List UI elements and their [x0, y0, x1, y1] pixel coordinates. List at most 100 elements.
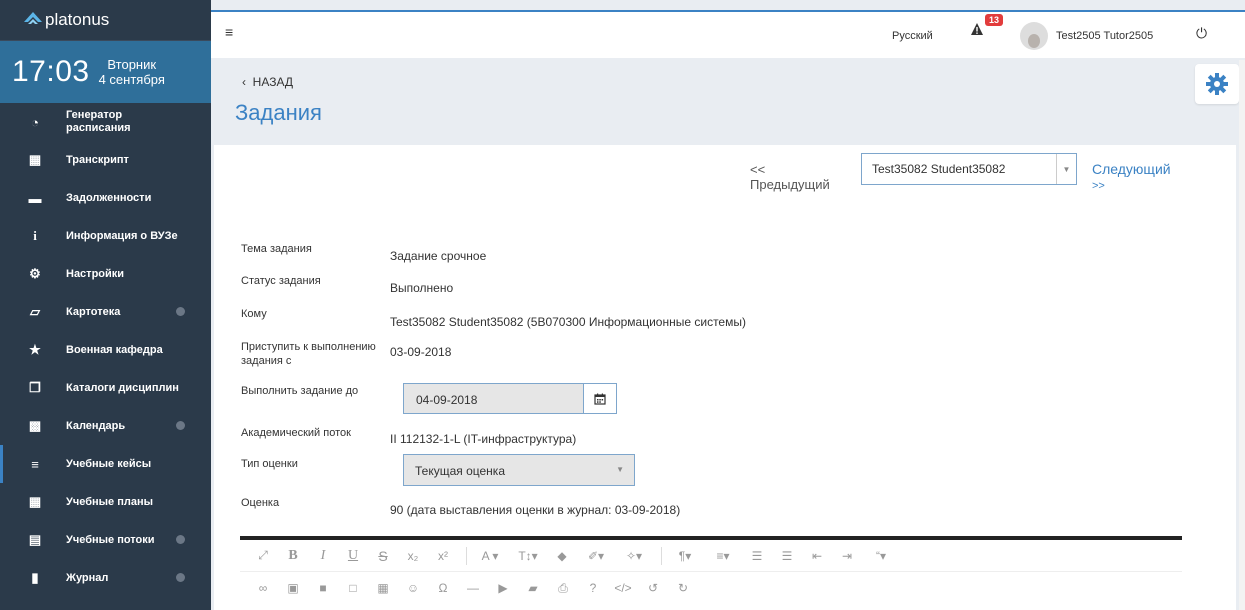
help-icon[interactable]: ?: [580, 577, 606, 599]
color-icon[interactable]: ◆: [549, 545, 575, 567]
sidebar-item-label: Календарь: [66, 419, 126, 432]
paint-brush-icon[interactable]: ✐▾: [579, 545, 613, 567]
expand-icon[interactable]: [176, 535, 185, 544]
sidebar-item-debts[interactable]: ▬ Задолженности: [0, 179, 211, 217]
sidebar-item-university-info[interactable]: i Информация о ВУЗе: [0, 217, 211, 255]
expand-icon[interactable]: [176, 573, 185, 582]
vertical-scrollbar[interactable]: [1239, 60, 1245, 610]
sidebar-item-calendar[interactable]: ▩ Календарь: [0, 407, 211, 445]
stream-value: II 112132-1-L (IT-инфраструктура): [390, 432, 577, 446]
sidebar-menu: ◔ Генератор расписания ▦ Транскрипт ▬ За…: [0, 103, 211, 597]
paragraph-icon[interactable]: ¶▾: [668, 545, 702, 567]
underline-icon[interactable]: U: [340, 545, 366, 567]
table-icon[interactable]: ▦: [370, 577, 396, 599]
book-icon: ▮: [31, 570, 39, 585]
gears-icon: ⚙: [29, 266, 41, 281]
code-view-icon[interactable]: </>: [610, 577, 636, 599]
video-icon[interactable]: ■: [310, 577, 336, 599]
sidebar-item-case-studies[interactable]: ≡ Учебные кейсы: [0, 445, 211, 483]
info-icon: i: [33, 228, 37, 243]
chevron-left-icon: ‹: [242, 75, 246, 89]
magic-wand-icon[interactable]: ✧▾: [617, 545, 651, 567]
expand-icon[interactable]: [176, 307, 185, 316]
start-label: Приступить к выполнению задания с: [241, 340, 376, 368]
sidebar-item-card-index[interactable]: ▱ Картотека: [0, 293, 211, 331]
sidebar-item-settings[interactable]: ⚙ Настройки: [0, 255, 211, 293]
list-icon: ≡: [31, 456, 39, 472]
file-icon[interactable]: □: [340, 577, 366, 599]
subscript-icon[interactable]: x₂: [400, 545, 426, 567]
toolbar-divider: [661, 546, 662, 565]
settings-button[interactable]: [1195, 64, 1239, 104]
fullscreen-icon[interactable]: ⤢: [250, 545, 276, 567]
clock-date: Вторник 4 сентября: [99, 57, 165, 87]
special-char-icon[interactable]: Ω: [430, 577, 456, 599]
brand-name: platonus: [45, 10, 110, 29]
rich-text-editor[interactable]: ⤢ B I U S x₂ x² A ▾ T↕▾ ◆ ✐▾ ✧▾ ¶▾ ≡▾ ☰ …: [240, 536, 1182, 610]
grade-value: 90 (дата выставления оценки в журнал: 03…: [390, 503, 681, 517]
calendar-icon: [594, 393, 606, 405]
indent-icon[interactable]: ⇥: [834, 545, 860, 567]
due-date-value: 04-09-2018: [416, 393, 478, 407]
redo-icon[interactable]: ↻: [670, 577, 696, 599]
sidebar-item-schedule-generator[interactable]: ◔ Генератор расписания: [0, 103, 211, 141]
select-all-icon[interactable]: ▶: [490, 577, 516, 599]
clock-icon: ◔: [31, 114, 39, 130]
calendar-button[interactable]: [583, 384, 616, 413]
font-family-icon[interactable]: A ▾: [473, 545, 507, 567]
gear-icon: [1206, 73, 1228, 95]
file-icon: ▤: [28, 532, 42, 547]
next-student-link[interactable]: Следующий >>: [1092, 162, 1171, 194]
avatar[interactable]: [1020, 22, 1048, 50]
strikethrough-icon[interactable]: S: [370, 545, 396, 567]
language-selector[interactable]: Русский: [892, 30, 933, 42]
back-link[interactable]: ‹ НАЗАД: [242, 75, 293, 89]
print-icon[interactable]: ⎙: [550, 577, 576, 599]
sidebar-item-military-department[interactable]: ★ Военная кафедра: [0, 331, 211, 369]
align-icon[interactable]: ≡▾: [706, 545, 740, 567]
back-label: НАЗАД: [252, 75, 293, 89]
editor-toolbar-row-2: ∞ ▣ ■ □ ▦ ☺ Ω — ▶ ▰ ⎙ ? </> ↺ ↻: [240, 572, 1182, 604]
horizontal-line-icon[interactable]: —: [460, 577, 486, 599]
expand-icon[interactable]: [176, 421, 185, 430]
clock-weekday: Вторник: [107, 57, 157, 72]
ordered-list-icon[interactable]: ☰: [744, 545, 770, 567]
sidebar-item-curricula[interactable]: ▦ Учебные планы: [0, 483, 211, 521]
emoticon-icon[interactable]: ☺: [400, 577, 426, 599]
next-arrows: >>: [1092, 180, 1105, 192]
due-date-input[interactable]: 04-09-2018: [403, 383, 617, 414]
power-icon[interactable]: ⏻: [1196, 25, 1207, 42]
sidebar-item-label: Картотека: [66, 305, 121, 318]
sidebar-item-label: Генератор расписания: [66, 109, 131, 134]
platonus-logo-icon: [24, 12, 42, 24]
sidebar-item-transcript[interactable]: ▦ Транскрипт: [0, 141, 211, 179]
notification-icon[interactable]: [970, 22, 984, 36]
prev-arrows: <<: [750, 162, 766, 177]
unordered-list-icon[interactable]: ☰: [774, 545, 800, 567]
undo-icon[interactable]: ↺: [640, 577, 666, 599]
outdent-icon[interactable]: ⇤: [804, 545, 830, 567]
link-icon[interactable]: ∞: [250, 577, 276, 599]
due-label: Выполнить задание до: [241, 385, 359, 397]
sidebar-item-label: Учебные потоки: [66, 533, 155, 546]
previous-student-link[interactable]: << Предыдущий: [750, 162, 830, 192]
status-value: Выполнено: [390, 281, 454, 295]
image-icon[interactable]: ▣: [280, 577, 306, 599]
student-select[interactable]: Test35082 Student35082 ▼: [861, 153, 1077, 185]
superscript-icon[interactable]: x²: [430, 545, 456, 567]
font-size-icon[interactable]: T↕▾: [511, 545, 545, 567]
sidebar-item-study-streams[interactable]: ▤ Учебные потоки: [0, 521, 211, 559]
bold-icon[interactable]: B: [280, 545, 306, 567]
user-name[interactable]: Test2505 Tutor2505: [1056, 30, 1153, 42]
italic-icon[interactable]: I: [310, 545, 336, 567]
sidebar-item-journal[interactable]: ▮ Журнал: [0, 559, 211, 597]
top-bar: ≡ Русский 13 Test2505 Tutor2505 ⏻: [211, 10, 1245, 58]
eraser-icon[interactable]: ▰: [520, 577, 546, 599]
sidebar-item-discipline-catalogs[interactable]: ❐ Каталоги дисциплин: [0, 369, 211, 407]
quote-icon[interactable]: “▾: [864, 545, 898, 567]
grade-type-select[interactable]: Текущая оценка ▼: [403, 454, 635, 486]
sidebar-item-label: Учебные кейсы: [66, 457, 152, 470]
menu-toggle-icon[interactable]: ≡: [225, 24, 233, 40]
logo[interactable]: platonus: [0, 0, 211, 41]
copy-icon: ❐: [29, 380, 41, 395]
